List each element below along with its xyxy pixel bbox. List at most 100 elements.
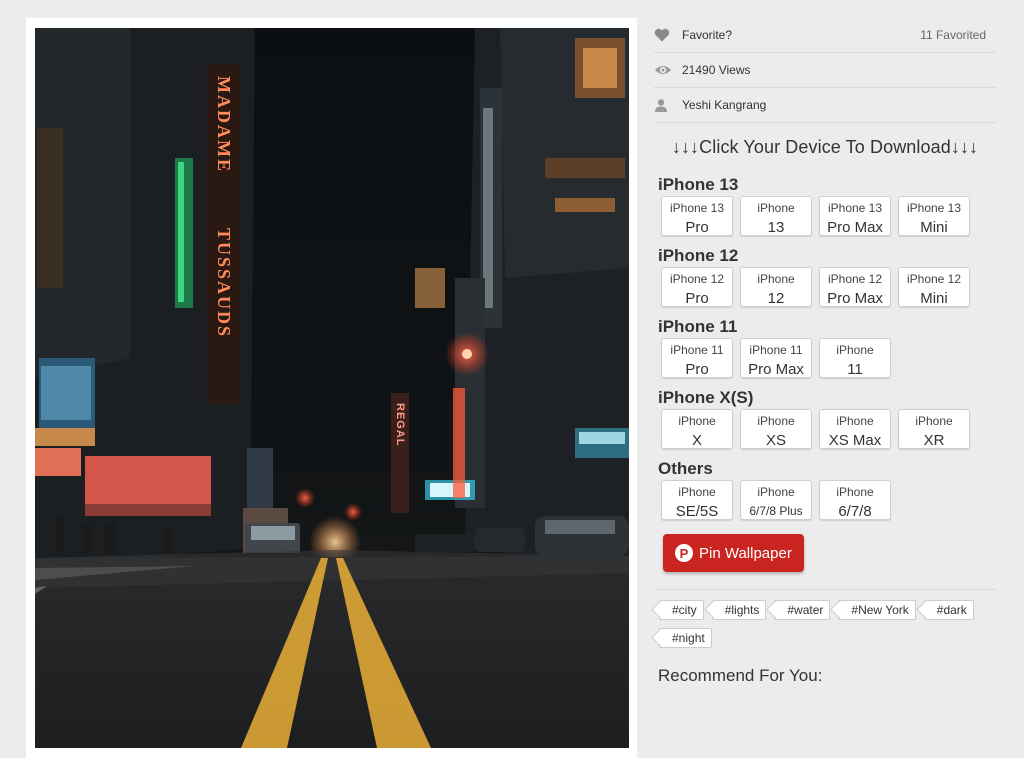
device-button-row: iPhone 11 Pro iPhone 11 Pro Max iPhone 11 bbox=[661, 338, 996, 378]
device-variant-line: Mini bbox=[920, 219, 948, 236]
device-button-row: iPhone SE/5S iPhone 6/7/8 Plus iPhone 6/7/8 bbox=[661, 480, 996, 520]
device-group-title: iPhone X(S) bbox=[658, 388, 754, 407]
device-variant-line: X bbox=[691, 432, 702, 449]
device-variant-line: 12 bbox=[767, 290, 785, 307]
device-model-line: iPhone bbox=[757, 201, 795, 215]
device-variant-line: 11 bbox=[847, 361, 863, 378]
tag-label: #water bbox=[787, 603, 824, 617]
device-model-line: iPhone bbox=[836, 343, 874, 357]
pinterest-icon: P bbox=[675, 544, 693, 562]
tag-label: #lights bbox=[724, 603, 760, 617]
device-model-line: iPhone 11 bbox=[749, 343, 803, 357]
author-row: Yeshi Kangrang bbox=[654, 88, 996, 123]
tag-link[interactable]: #water bbox=[774, 600, 831, 620]
tag-link[interactable]: #lights bbox=[711, 600, 767, 620]
device-variant-line: Pro bbox=[685, 290, 709, 307]
favorite-label[interactable]: Favorite? bbox=[682, 28, 920, 42]
device-download-button[interactable]: iPhone 12 Mini bbox=[898, 267, 970, 307]
city-street-night-photo: MADAME TUSSAUDS REGAL bbox=[35, 28, 629, 748]
device-download-button[interactable]: iPhone XR bbox=[898, 409, 970, 449]
device-variant-line: Mini bbox=[920, 290, 948, 307]
device-download-button[interactable]: iPhone 12 Pro bbox=[661, 267, 733, 307]
device-download-button[interactable]: iPhone 6/7/8 Plus bbox=[740, 480, 812, 520]
device-variant-line: Pro Max bbox=[827, 219, 883, 236]
device-download-button[interactable]: iPhone 6/7/8 bbox=[819, 480, 891, 520]
views-row: 21490 Views bbox=[654, 53, 996, 88]
tag-link[interactable]: #night bbox=[659, 628, 712, 648]
device-button-row: iPhone 13 Pro iPhone 13 iPhone 13 Pro Max iPho… bbox=[661, 196, 996, 236]
recommend-heading: Recommend For You: bbox=[658, 666, 823, 685]
device-model-line: iPhone bbox=[757, 485, 795, 499]
device-download-button[interactable]: iPhone 12 Pro Max bbox=[819, 267, 891, 307]
device-model-line: iPhone 11 bbox=[670, 343, 724, 357]
divider bbox=[654, 589, 996, 590]
tag-list: #city #lights #water #New York #dark #night bbox=[659, 600, 996, 648]
tag-label: #city bbox=[672, 603, 697, 617]
tag-label: #dark bbox=[936, 603, 967, 617]
download-sidebar: Favorite? 11 Favorited 21490 Views Yeshi… bbox=[654, 18, 996, 686]
heart-icon[interactable] bbox=[654, 28, 682, 42]
device-download-button[interactable]: iPhone 13 Pro bbox=[661, 196, 733, 236]
device-model-line: iPhone bbox=[836, 414, 874, 428]
device-model-line: iPhone bbox=[915, 414, 953, 428]
device-variant-line: Pro Max bbox=[748, 361, 804, 378]
device-variant-line: 13 bbox=[767, 219, 785, 236]
device-model-line: iPhone 13 bbox=[669, 201, 725, 215]
tag-link[interactable]: #New York bbox=[838, 600, 916, 620]
device-download-button[interactable]: iPhone 13 Pro Max bbox=[819, 196, 891, 236]
device-model-line: iPhone 13 bbox=[906, 201, 962, 215]
favorite-row[interactable]: Favorite? 11 Favorited bbox=[654, 18, 996, 53]
device-group-title: iPhone 13 bbox=[658, 175, 739, 194]
device-download-button[interactable]: iPhone 11 bbox=[819, 338, 891, 378]
device-download-button[interactable]: iPhone 13 Mini bbox=[898, 196, 970, 236]
device-variant-line: 6/7/8 bbox=[838, 503, 872, 520]
device-groups: iPhone 13 iPhone 13 Pro iPhone 13 iPhone 13 Pr… bbox=[654, 175, 996, 520]
views-count: 21490 Views bbox=[682, 63, 751, 77]
device-variant-line: XS Max bbox=[828, 432, 882, 449]
tag-label: #night bbox=[672, 631, 705, 645]
device-variant-line: XS bbox=[765, 432, 786, 449]
device-model-line: iPhone bbox=[757, 272, 795, 286]
device-variant-line: Pro Max bbox=[827, 290, 883, 307]
tag-link[interactable]: #city bbox=[659, 600, 704, 620]
device-group-title: Others bbox=[658, 459, 713, 478]
device-variant-line: Pro bbox=[685, 219, 709, 236]
device-model-line: iPhone bbox=[757, 414, 795, 428]
regal-sign: REGAL bbox=[394, 403, 406, 447]
device-download-button[interactable]: iPhone XS bbox=[740, 409, 812, 449]
device-download-button[interactable]: iPhone SE/5S bbox=[661, 480, 733, 520]
device-download-button[interactable]: iPhone 11 Pro Max bbox=[740, 338, 812, 378]
device-button-row: iPhone XiPhone XS iPhone XS Max iPhone XR bbox=[661, 409, 996, 449]
device-model-line: iPhone bbox=[678, 485, 716, 499]
eye-icon bbox=[654, 64, 682, 76]
device-download-button[interactable]: iPhone 12 bbox=[740, 267, 812, 307]
device-model-line: iPhone 12 bbox=[827, 272, 883, 286]
tag-label: #New York bbox=[851, 603, 909, 617]
device-variant-line: 6/7/8 Plus bbox=[749, 504, 803, 518]
device-model-line: iPhone bbox=[678, 414, 716, 428]
device-variant-line: SE/5S bbox=[675, 503, 719, 520]
favorited-count: 11 Favorited bbox=[920, 28, 986, 42]
author-name[interactable]: Yeshi Kangrang bbox=[682, 98, 996, 112]
madame-sign: MADAME bbox=[214, 76, 234, 173]
device-download-button[interactable]: iPhone XS Max bbox=[819, 409, 891, 449]
device-variant-line: XR bbox=[923, 432, 945, 449]
device-model-line: iPhone bbox=[836, 485, 874, 499]
device-model-line: iPhone 12 bbox=[669, 272, 725, 286]
device-download-button[interactable]: iPhone 13 bbox=[740, 196, 812, 236]
wallpaper-card: MADAME TUSSAUDS REGAL bbox=[26, 18, 637, 758]
device-download-button[interactable]: iPhone 11 Pro bbox=[661, 338, 733, 378]
download-instructions: ↓↓↓Click Your Device To Download↓↓↓ bbox=[671, 137, 979, 157]
tag-link[interactable]: #dark bbox=[923, 600, 974, 620]
pin-wallpaper-button[interactable]: P Pin Wallpaper bbox=[663, 534, 804, 572]
user-icon bbox=[654, 98, 682, 112]
device-group-title: iPhone 11 bbox=[658, 317, 738, 336]
pin-wallpaper-label: Pin Wallpaper bbox=[699, 544, 792, 562]
device-download-button[interactable]: iPhone X bbox=[661, 409, 733, 449]
device-group-title: iPhone 12 bbox=[658, 246, 739, 265]
device-model-line: iPhone 12 bbox=[906, 272, 962, 286]
device-button-row: iPhone 12 Pro iPhone 12 iPhone 12 Pro Max iPho… bbox=[661, 267, 996, 307]
device-model-line: iPhone 13 bbox=[827, 201, 883, 215]
wallpaper-image[interactable]: MADAME TUSSAUDS REGAL bbox=[35, 28, 629, 748]
tussauds-sign: TUSSAUDS bbox=[214, 228, 234, 338]
